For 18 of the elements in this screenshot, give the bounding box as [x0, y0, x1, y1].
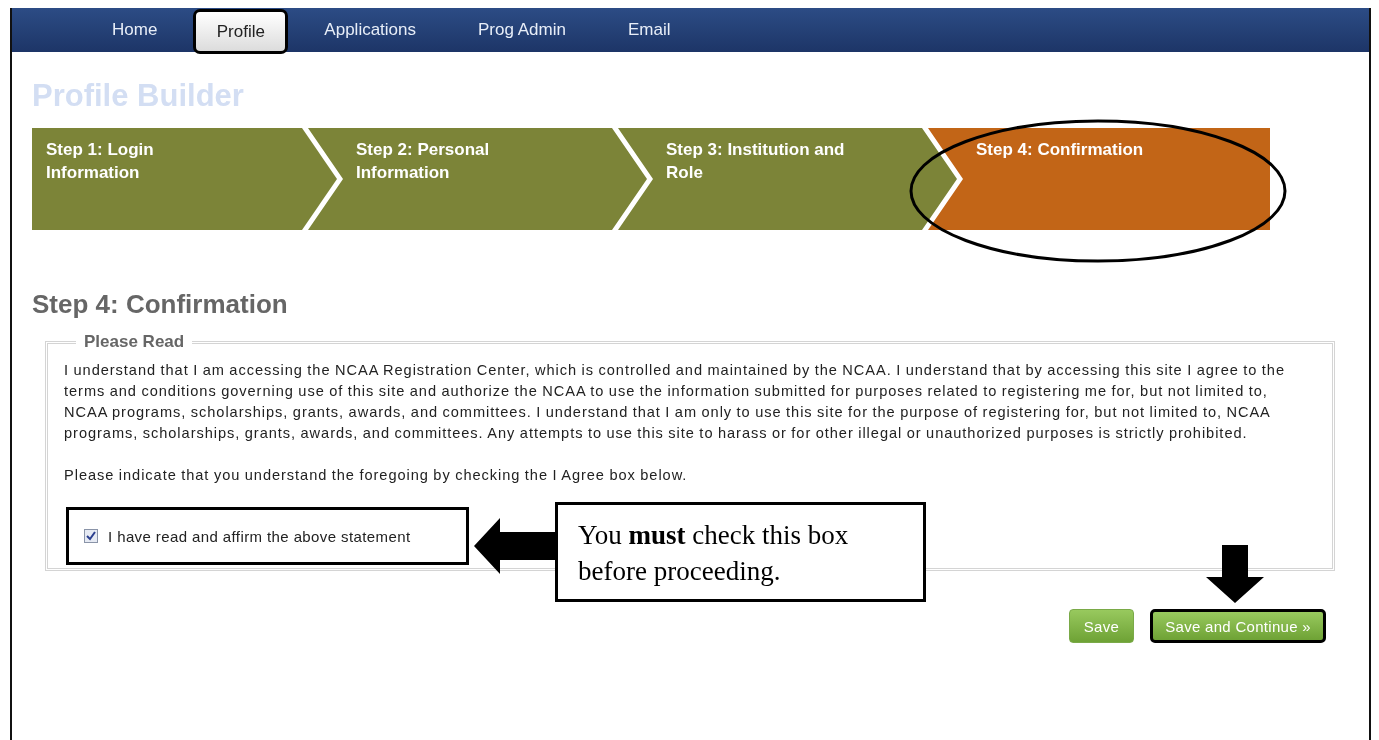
- arrow-left-icon: [474, 518, 556, 574]
- callout-text: You must check this box before proceeding.: [555, 502, 926, 602]
- wizard-step: Step 4: Confirmation: [928, 128, 1270, 230]
- section-legend: Please Read: [76, 332, 193, 352]
- nav-tab[interactable]: Applications: [298, 8, 443, 52]
- wizard-step: Step 1: Login Information: [32, 128, 337, 230]
- wizard-step: Step 2: Personal Information: [308, 128, 647, 230]
- checkbox-label: I have read and affirm the above statement: [108, 527, 411, 545]
- wizard-step: Step 3: Institution and Role: [618, 128, 957, 230]
- arrow-down-icon: [1206, 545, 1264, 603]
- nav-tab[interactable]: Profile: [193, 9, 289, 54]
- paragraph: Please indicate that you understand the foregoing by checking the I Agree box below.: [64, 466, 689, 485]
- paragraph: I understand that I am accessing the NCAA Registration Center, which is controlled and maintained by the NCAA. I understand that by accessing this site I agree to the terms and conditions governing use of this site and authorize the NCAA to use the information submitted for purposes related to registering me for, but not limited to, NCAA programs, scholarships, grants, awards, and committees. I understand that I am only to use this site for the purpose of registering for, but not limited to, NCAA programs, scholarships, grants, awards, and committees. Any attempts to use this site to harass or for other illegal or unauthorized purposes is strictly prohibited.: [64, 361, 1286, 443]
- checkbox[interactable]: [84, 529, 98, 543]
- nav-tab[interactable]: Email: [601, 8, 697, 52]
- nav-tab[interactable]: Home: [86, 8, 184, 52]
- nav-tab[interactable]: Prog Admin: [452, 8, 592, 52]
- section-title: Step 4: Confirmation: [32, 288, 289, 320]
